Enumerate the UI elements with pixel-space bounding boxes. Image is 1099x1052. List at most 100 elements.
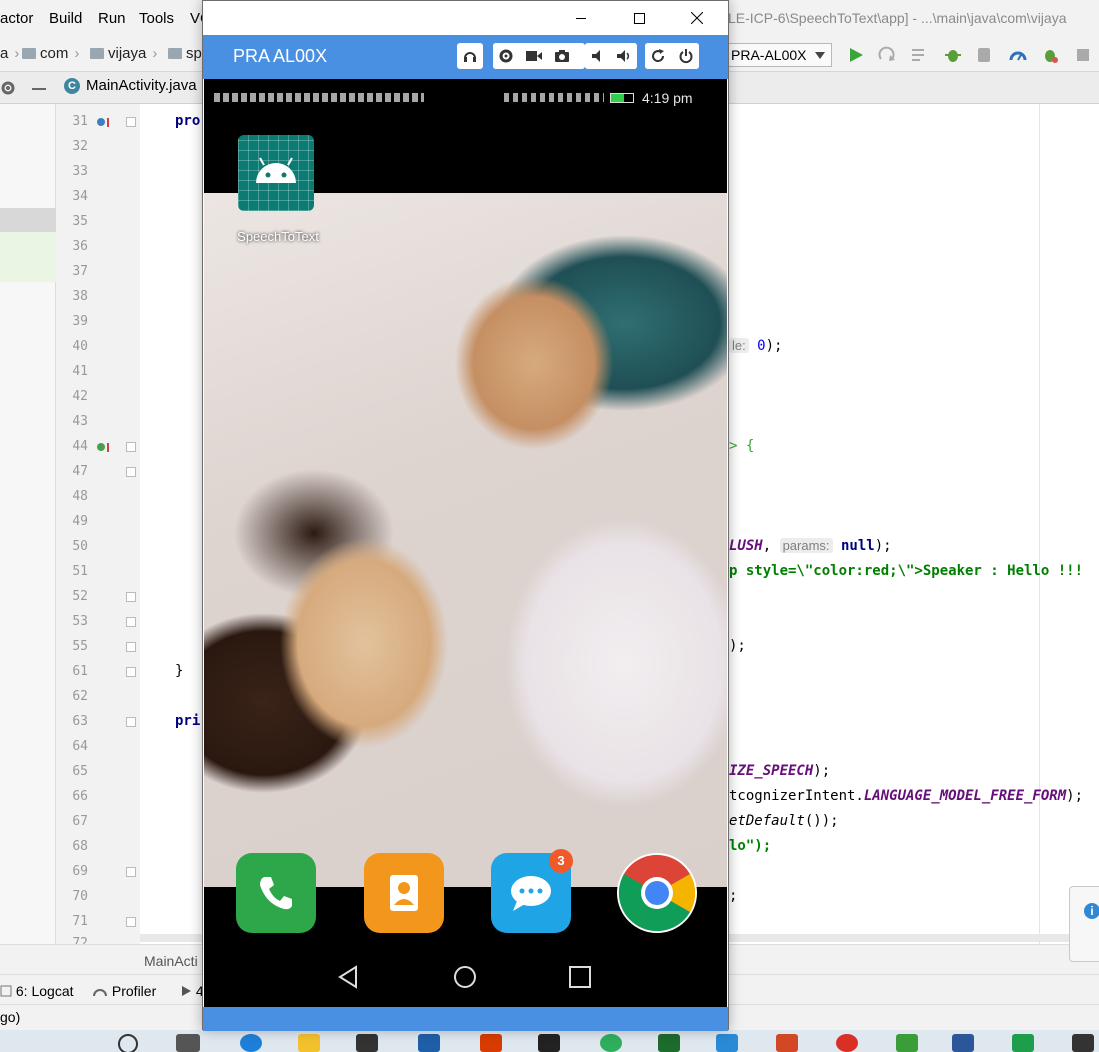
code-line-66: tcognizerIntent.LANGUAGE_MODEL_FREE_FORM… [729, 788, 1083, 804]
run-icon[interactable] [846, 45, 866, 65]
gear-icon[interactable] [0, 80, 16, 96]
chrome-taskbar-icon[interactable] [836, 1034, 858, 1052]
search-icon[interactable] [118, 1034, 138, 1052]
code-method: etDefault [729, 813, 805, 829]
code-line-68: lo"); [729, 838, 772, 854]
volume-down-icon [592, 50, 600, 62]
debug-app-icon[interactable] [1040, 45, 1060, 65]
menu-run[interactable]: Run [98, 10, 126, 27]
fold-toggle-icon[interactable] [126, 917, 136, 927]
fold-toggle-icon[interactable] [126, 667, 136, 677]
mail-icon[interactable] [418, 1034, 440, 1052]
vscode-icon[interactable] [716, 1034, 738, 1052]
fold-toggle-icon[interactable] [126, 117, 136, 127]
right-margin-guide [1039, 104, 1040, 944]
volume-down-button[interactable] [585, 43, 611, 69]
phone-app-icon[interactable] [236, 853, 316, 933]
power-button[interactable] [673, 43, 699, 69]
android-studio-icon[interactable] [896, 1034, 918, 1052]
fold-toggle-icon[interactable] [126, 642, 136, 652]
menu-build[interactable]: Build [49, 10, 82, 27]
minimize-icon [576, 17, 586, 19]
minimize-button[interactable] [558, 1, 604, 35]
line-number: 53 [72, 614, 88, 629]
device-selector[interactable]: PRA-AL00X [728, 43, 832, 67]
volume-up-button[interactable] [611, 43, 637, 69]
contacts-app-icon[interactable] [364, 853, 444, 933]
notification-popup[interactable]: i [1069, 886, 1099, 962]
code-punct: ()); [804, 813, 839, 829]
edge-icon[interactable] [240, 1034, 262, 1052]
structure-breadcrumb[interactable]: MainActi [144, 953, 198, 969]
office-icon[interactable] [480, 1034, 502, 1052]
fold-toggle-icon[interactable] [126, 442, 136, 452]
terminal-icon[interactable] [538, 1034, 560, 1052]
home-icon[interactable] [453, 965, 477, 989]
fold-toggle-icon[interactable] [126, 617, 136, 627]
line-number: 35 [72, 214, 88, 229]
fold-toggle-icon[interactable] [126, 717, 136, 727]
menu-tools[interactable]: Tools [139, 10, 174, 27]
stop-icon[interactable] [1073, 45, 1093, 65]
code-line-44: > { [729, 438, 755, 454]
debug-icon[interactable] [943, 45, 963, 65]
emulator-titlebar[interactable] [203, 1, 728, 35]
word-icon[interactable] [952, 1034, 974, 1052]
fold-toggle-icon[interactable] [126, 467, 136, 477]
windows-taskbar [0, 1030, 1099, 1052]
breadcrumb-vijaya[interactable]: vijaya › [90, 45, 163, 62]
messages-app-icon[interactable]: 3 [491, 849, 573, 933]
apply-changes-icon[interactable] [877, 45, 897, 65]
line-number: 50 [72, 539, 88, 554]
code-line-63: pri [175, 713, 201, 729]
line-number: 47 [72, 464, 88, 479]
project-selected-row[interactable] [0, 208, 56, 232]
apply-code-changes-icon[interactable] [910, 45, 930, 65]
fold-toggle-icon[interactable] [126, 867, 136, 877]
minimize-panel-icon[interactable] [32, 88, 46, 90]
code-line-40: le: 0); [729, 338, 782, 354]
volume-up-icon [617, 50, 630, 62]
logcat-tab[interactable]: 6: Logcat [0, 983, 74, 999]
screenshot-button[interactable] [549, 43, 575, 69]
phone-screen[interactable]: 4:19 pm SpeechToText 3 [204, 79, 727, 1007]
menu-refactor[interactable]: actor [0, 10, 33, 27]
rotate-button[interactable] [645, 43, 671, 69]
code-text: tcognizerIntent. [729, 788, 864, 804]
run-tab[interactable]: 4 [180, 983, 204, 999]
chrome-app-icon[interactable] [617, 853, 697, 933]
attach-debugger-icon[interactable] [975, 45, 995, 65]
file-explorer-icon[interactable] [298, 1034, 320, 1052]
maximize-button[interactable] [616, 1, 662, 35]
app-icon-green[interactable] [600, 1034, 622, 1052]
webstorm-icon[interactable] [658, 1034, 680, 1052]
task-view-icon[interactable] [176, 1034, 200, 1052]
back-icon[interactable] [336, 965, 360, 989]
logcat-icon [0, 985, 12, 997]
powerpoint-icon[interactable] [776, 1034, 798, 1052]
audio-button[interactable] [457, 43, 483, 69]
store-icon[interactable] [356, 1034, 378, 1052]
code-line-70: ; [729, 888, 738, 904]
fold-toggle-icon[interactable] [126, 592, 136, 602]
record-button[interactable] [521, 43, 547, 69]
close-button[interactable] [674, 1, 720, 35]
tab-mainactivity[interactable]: C MainActivity.java [64, 77, 197, 94]
app-icon-dark[interactable] [1072, 1034, 1094, 1052]
breadcrumb-package[interactable]: sp [168, 45, 202, 62]
speechtotext-app-icon[interactable] [238, 135, 314, 211]
implements-marker-icon[interactable] [96, 441, 112, 453]
settings-button[interactable] [493, 43, 519, 69]
power-icon [679, 49, 693, 64]
code-line-61: } [175, 663, 184, 679]
override-marker-icon[interactable] [96, 116, 112, 128]
emulator-toolbar: PRA AL00X [203, 35, 728, 79]
profiler-icon[interactable] [1008, 45, 1028, 65]
breadcrumb-com[interactable]: com › [22, 45, 85, 62]
profiler-tab[interactable]: Profiler [92, 983, 156, 999]
recents-icon[interactable] [568, 965, 592, 989]
class-icon: C [64, 78, 80, 94]
line-number: 55 [72, 639, 88, 654]
app-icon-teal[interactable] [1012, 1034, 1034, 1052]
code-punct: ); [874, 538, 892, 554]
